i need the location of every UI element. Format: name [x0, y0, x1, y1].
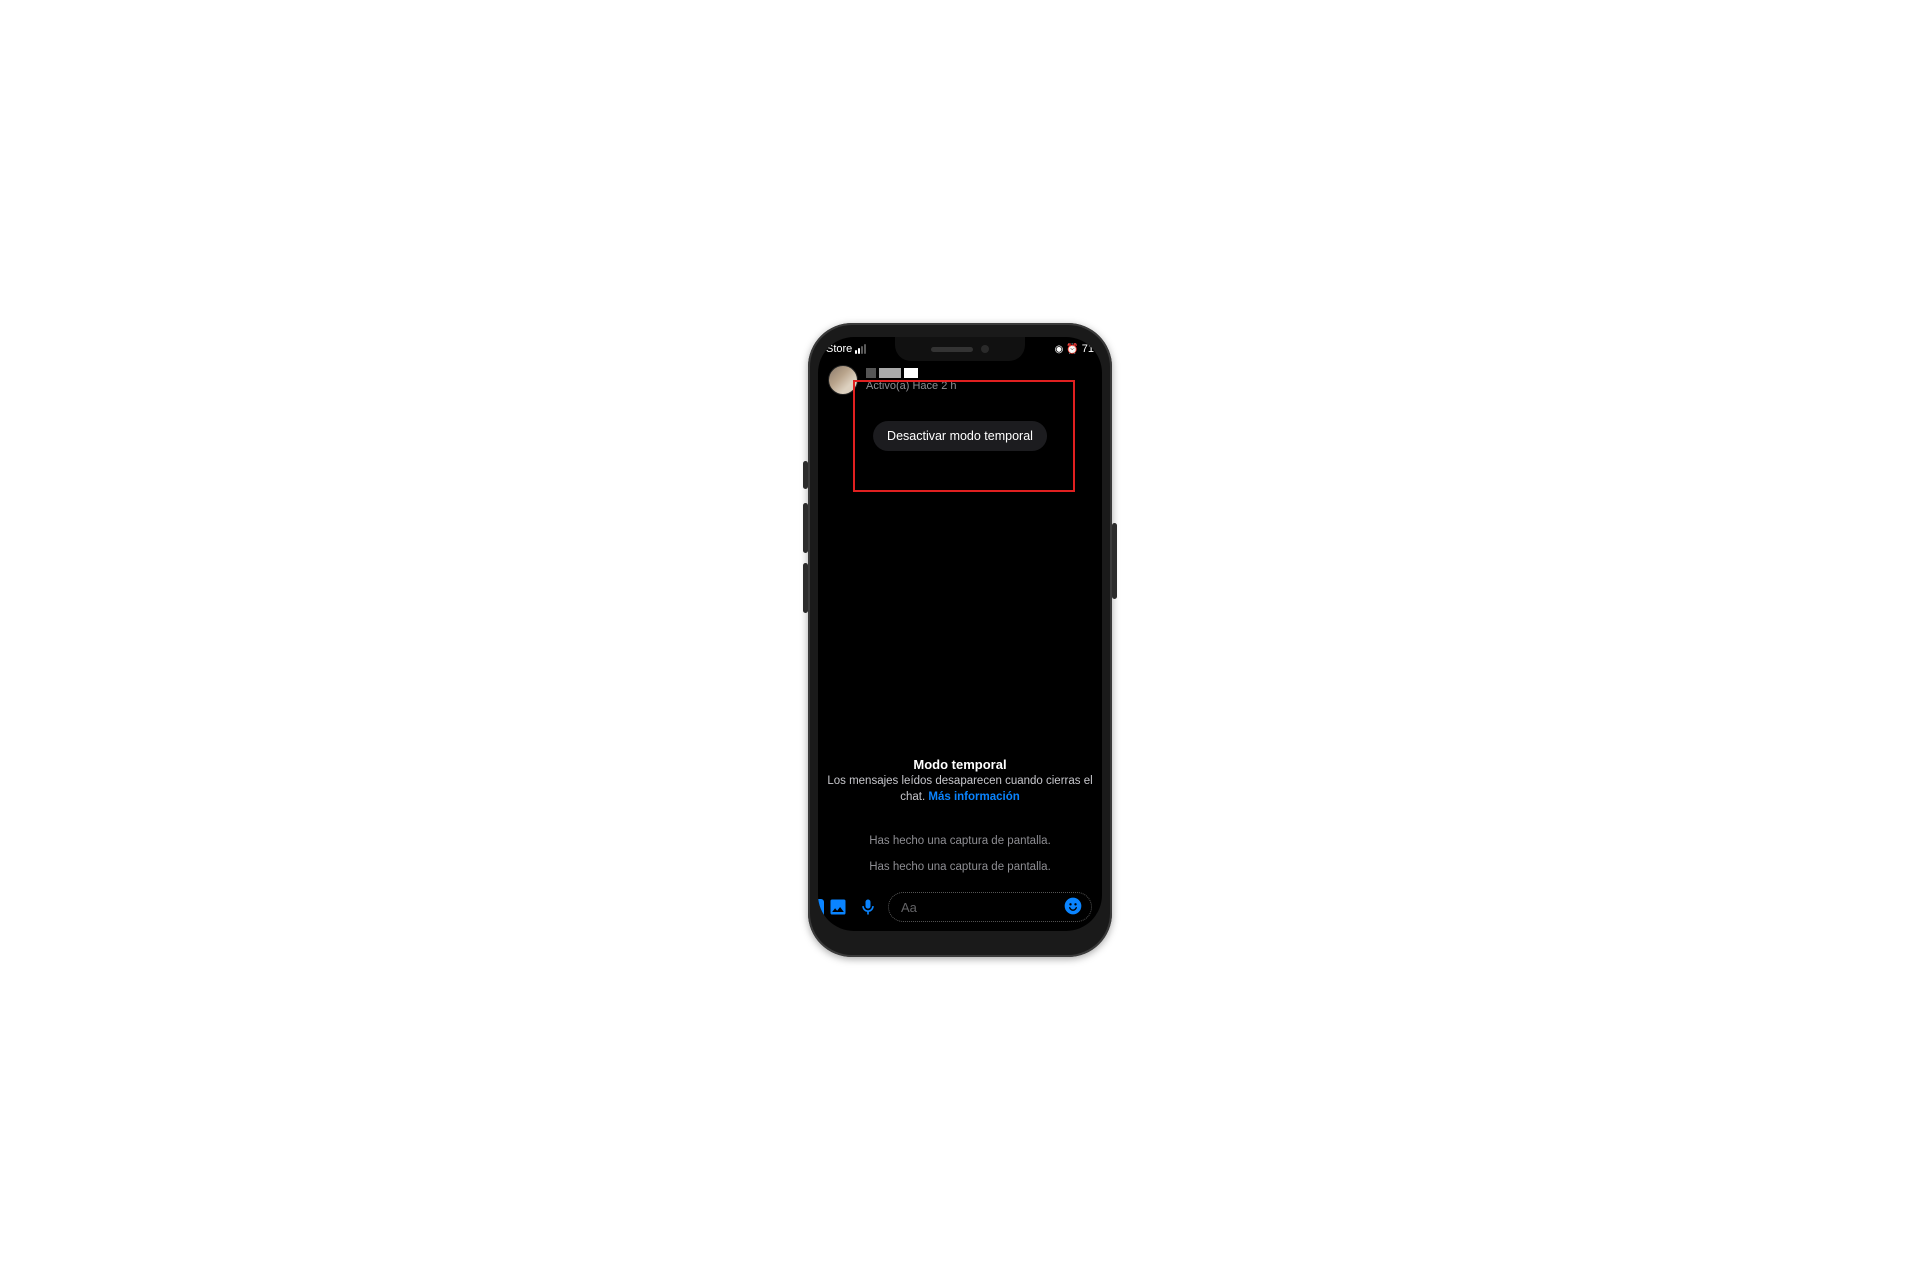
- microphone-icon[interactable]: [858, 897, 878, 917]
- disable-vanish-mode-button[interactable]: Desactivar modo temporal: [873, 421, 1047, 451]
- vanish-mode-info: Modo temporal Los mensajes leídos desapa…: [818, 757, 1102, 805]
- gallery-icon[interactable]: [828, 897, 848, 917]
- speaker: [931, 347, 973, 352]
- volume-down-button: [803, 563, 808, 613]
- location-icon: ◉: [1055, 344, 1064, 355]
- mute-switch: [803, 461, 808, 489]
- notch: [895, 337, 1025, 361]
- system-messages: Has hecho una captura de pantalla. Has h…: [818, 835, 1102, 887]
- power-button: [1112, 523, 1117, 599]
- front-camera: [981, 345, 989, 353]
- message-composer: Aa: [818, 889, 1102, 925]
- info-title: Modo temporal: [824, 757, 1096, 772]
- battery-percent: 71: [1082, 343, 1094, 355]
- more-info-link[interactable]: Más información: [928, 791, 1019, 803]
- emoji-icon[interactable]: [1063, 896, 1083, 919]
- signal-icon: [855, 344, 866, 354]
- carrier-label: Store: [826, 343, 852, 355]
- phone-frame: Store ◉ ⏰ 71 Activo(a) Hace 2 h Desac: [808, 323, 1112, 957]
- activity-status: Activo(a) Hace 2 h: [866, 380, 956, 392]
- screen: Store ◉ ⏰ 71 Activo(a) Hace 2 h Desac: [818, 337, 1102, 931]
- contact-name-redacted: [866, 368, 956, 378]
- message-input[interactable]: Aa: [888, 892, 1092, 922]
- status-left: Store: [826, 343, 866, 355]
- system-message: Has hecho una captura de pantalla.: [818, 835, 1102, 847]
- avatar[interactable]: [828, 365, 858, 395]
- message-input-placeholder: Aa: [901, 900, 917, 915]
- system-message: Has hecho una captura de pantalla.: [818, 861, 1102, 873]
- volume-up-button: [803, 503, 808, 553]
- contact-name-block[interactable]: Activo(a) Hace 2 h: [866, 368, 956, 392]
- info-body: Los mensajes leídos desaparecen cuando c…: [824, 774, 1096, 805]
- chat-header[interactable]: Activo(a) Hace 2 h: [818, 361, 1102, 399]
- alarm-icon: ⏰: [1066, 344, 1078, 355]
- status-right: ◉ ⏰ 71: [1055, 343, 1094, 355]
